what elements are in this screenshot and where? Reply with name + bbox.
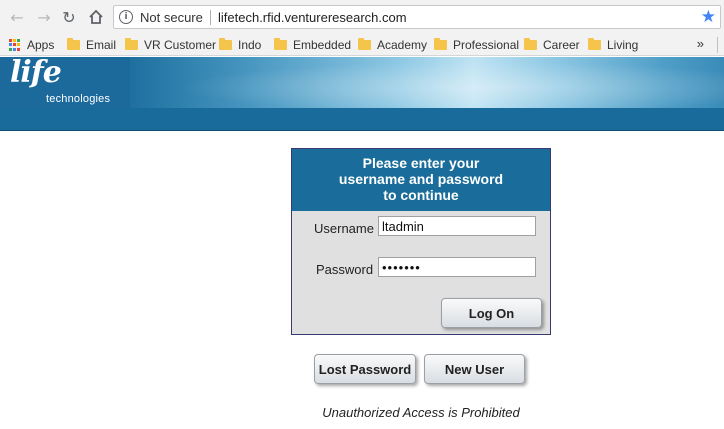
- bookmark-email[interactable]: Email: [67, 37, 116, 53]
- bookmark-star-icon[interactable]: ★: [701, 7, 716, 27]
- folder-icon: [219, 38, 232, 50]
- bookmarks-bar: Apps Email VR Customer Indo Embedded Aca…: [0, 34, 724, 56]
- folder-icon: [434, 38, 447, 50]
- bookmark-label: Apps: [27, 38, 55, 52]
- life-technologies-logo: life technologies: [0, 55, 130, 108]
- home-icon[interactable]: [86, 7, 106, 27]
- folder-icon: [125, 38, 138, 50]
- omnibox-divider: [210, 10, 211, 25]
- folder-icon: [358, 38, 371, 50]
- logo-sub-text: technologies: [46, 93, 111, 105]
- bookmark-label: Career: [543, 38, 580, 52]
- folder-icon: [67, 38, 80, 50]
- bookmark-label: Email: [86, 38, 117, 52]
- unauthorized-access-notice: Unauthorized Access is Prohibited: [322, 405, 520, 420]
- site-header: life technologies: [0, 55, 724, 131]
- bookmark-career[interactable]: Career: [524, 37, 580, 53]
- bookmark-apps[interactable]: Apps: [9, 37, 54, 53]
- bookmark-label: Living: [607, 38, 639, 52]
- header-banner-image: [128, 57, 724, 108]
- reload-icon[interactable]: ↻: [59, 7, 79, 27]
- url-text[interactable]: lifetech.rfid.ventureresearch.com: [218, 10, 407, 25]
- bookmark-label: Professional: [453, 38, 520, 52]
- folder-icon: [274, 38, 287, 50]
- bookmarks-divider: [717, 37, 718, 53]
- browser-toolbar: ← → ↻ i Not secure lifetech.rfid.venture…: [0, 0, 724, 34]
- bookmark-living[interactable]: Living: [588, 37, 638, 53]
- logo-main-text: life: [10, 55, 62, 90]
- chevron-double-right-icon[interactable]: »: [697, 36, 704, 51]
- bookmark-indo[interactable]: Indo: [219, 37, 261, 53]
- back-arrow-icon[interactable]: ←: [7, 7, 27, 27]
- bookmark-vr-customer[interactable]: VR Customer: [125, 37, 216, 53]
- new-user-button[interactable]: New User: [424, 354, 525, 384]
- bookmark-academy[interactable]: Academy: [358, 37, 427, 53]
- username-input[interactable]: [378, 216, 536, 236]
- bookmark-professional[interactable]: Professional: [434, 37, 519, 53]
- login-heading: Please enter your username and password …: [292, 149, 550, 211]
- info-icon[interactable]: i: [119, 10, 133, 24]
- bookmark-embedded[interactable]: Embedded: [274, 37, 351, 53]
- password-input[interactable]: [378, 257, 536, 277]
- bookmark-label: Indo: [238, 38, 262, 52]
- login-heading-line: username and password: [338, 171, 504, 187]
- password-label: Password: [316, 262, 374, 277]
- bookmark-label: Academy: [377, 38, 428, 52]
- bookmark-label: Embedded: [293, 38, 352, 52]
- header-strip: [0, 108, 724, 131]
- apps-grid-icon: [9, 39, 21, 51]
- login-heading-line: Please enter your: [362, 155, 480, 171]
- folder-icon: [588, 38, 601, 50]
- security-status[interactable]: Not secure: [140, 10, 203, 25]
- forward-arrow-icon[interactable]: →: [34, 7, 54, 27]
- username-label: Username: [314, 221, 374, 236]
- login-heading-line: to continue: [383, 187, 459, 203]
- bookmark-label: VR Customer: [144, 38, 217, 52]
- lost-password-button[interactable]: Lost Password: [314, 354, 416, 384]
- address-bar[interactable]: i Not secure lifetech.rfid.ventureresear…: [113, 5, 721, 29]
- log-on-button[interactable]: Log On: [441, 298, 542, 328]
- folder-icon: [524, 38, 537, 50]
- login-panel: Please enter your username and password …: [291, 148, 551, 335]
